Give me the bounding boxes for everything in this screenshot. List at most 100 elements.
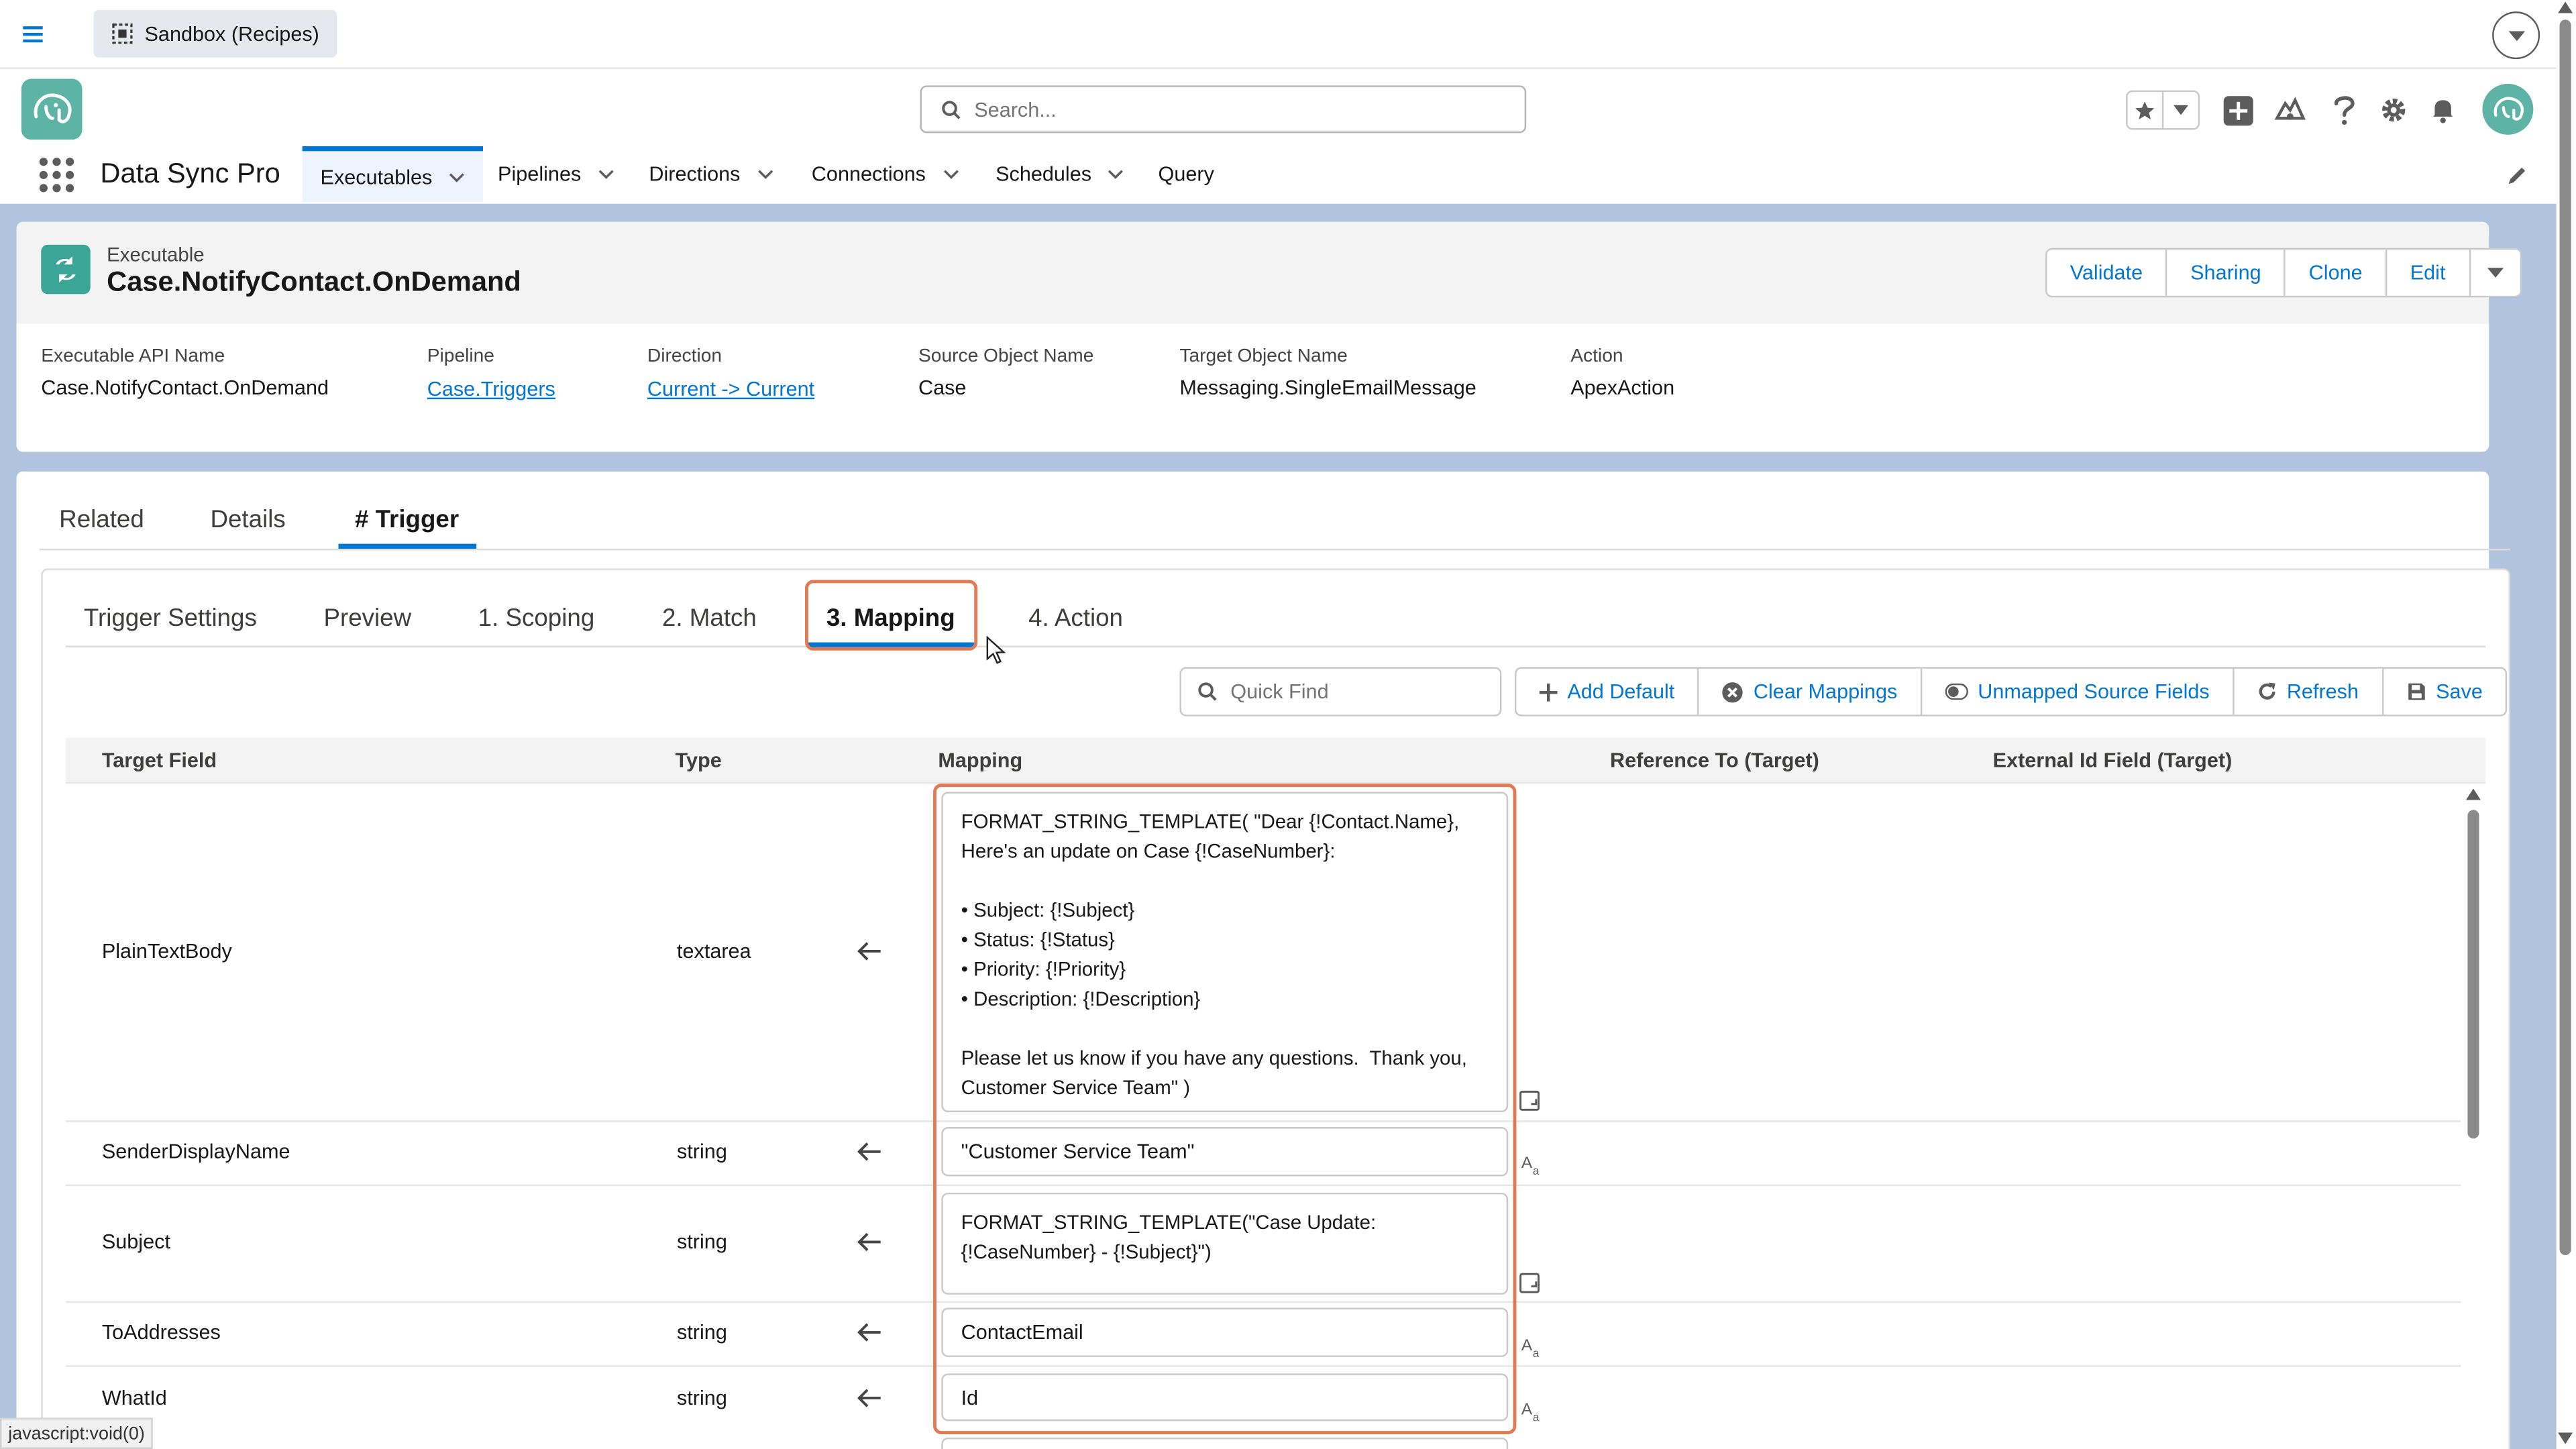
toggle-icon — [1945, 683, 1968, 700]
svg-text:a: a — [1533, 1346, 1540, 1357]
target-field-name: ToAddresses — [101, 1320, 221, 1344]
mapping-toolbar: Add Default Clear Mappings Unmapped Sour… — [1514, 667, 2508, 716]
search-placeholder: Search... — [974, 97, 1057, 121]
global-search[interactable]: Search... — [920, 85, 1527, 133]
app-launcher-icon[interactable] — [39, 158, 74, 193]
nav-tab-schedules[interactable]: Schedules — [977, 146, 1142, 202]
validate-button[interactable]: Validate — [2047, 250, 2167, 296]
clear-mappings-button[interactable]: Clear Mappings — [1699, 668, 1923, 715]
app-logo[interactable] — [21, 78, 83, 140]
favorites-dropdown-icon[interactable] — [2163, 92, 2198, 128]
arrow-left-icon — [856, 1142, 882, 1161]
subtab-action[interactable]: 4. Action — [1028, 604, 1123, 633]
header-target-field[interactable]: Target Field — [102, 749, 217, 772]
mapping-input[interactable] — [941, 1437, 1509, 1449]
svg-text:a: a — [1533, 1410, 1540, 1421]
expand-editor-icon[interactable] — [1518, 1089, 1541, 1112]
field-type: string — [676, 1140, 727, 1163]
nav-tab-connections[interactable]: Connections — [794, 146, 977, 202]
chevron-down-icon — [2486, 268, 2504, 278]
header-reference-to[interactable]: Reference To (Target) — [1610, 749, 1819, 772]
clone-button[interactable]: Clone — [2286, 250, 2387, 296]
unmapped-source-fields-button[interactable]: Unmapped Source Fields — [1922, 668, 2235, 715]
nav-tab-directions[interactable]: Directions — [631, 146, 791, 202]
search-icon — [941, 99, 961, 119]
favorites-group[interactable] — [2126, 90, 2200, 130]
record-title: Case.NotifyContact.OnDemand — [107, 266, 521, 298]
trigger-subtabs — [65, 592, 2486, 647]
add-default-button[interactable]: Add Default — [1516, 668, 1700, 715]
record-type: Executable — [107, 243, 205, 266]
scroll-up-icon[interactable] — [2465, 788, 2481, 800]
scroll-up-icon[interactable] — [2558, 1, 2573, 13]
tab-details[interactable]: Details — [210, 506, 285, 534]
field-type: string — [676, 1320, 727, 1344]
more-actions-button[interactable] — [2470, 250, 2519, 296]
target-field-name: PlainTextBody — [101, 939, 232, 963]
save-icon — [2408, 683, 2424, 700]
save-button[interactable]: Save — [2383, 669, 2506, 715]
header-external-id[interactable]: External Id Field (Target) — [1993, 749, 2233, 772]
sandbox-icon — [112, 23, 133, 44]
sharing-button[interactable]: Sharing — [2167, 250, 2286, 296]
svg-text:A: A — [1521, 1154, 1533, 1172]
record-actions: Validate Sharing Clone Edit — [2045, 248, 2522, 298]
search-icon — [1197, 682, 1217, 701]
arrow-left-icon — [856, 1322, 882, 1342]
field-value: Case — [918, 376, 967, 400]
page-scrollbar[interactable] — [2559, 19, 2571, 1256]
tab-related[interactable]: Related — [59, 506, 144, 534]
chevron-down-icon — [1108, 170, 1124, 179]
field-type: string — [676, 1230, 727, 1254]
text-type-icon[interactable]: Aa — [1521, 1336, 1543, 1357]
svg-text:a: a — [1533, 1164, 1540, 1175]
avatar[interactable] — [2482, 83, 2534, 135]
gear-icon[interactable] — [2374, 91, 2414, 130]
expand-editor-icon[interactable] — [1518, 1272, 1541, 1295]
help-icon[interactable] — [2324, 91, 2364, 130]
quick-find-input[interactable]: Quick Find — [1179, 667, 1502, 716]
field-value: Case.NotifyContact.OnDemand — [41, 376, 329, 400]
menu-icon[interactable] — [19, 19, 49, 49]
nav-tab-executables[interactable]: Executables — [302, 146, 484, 203]
field-label: Target Object Name — [1179, 346, 1348, 367]
sandbox-label: Sandbox (Recipes) — [144, 22, 319, 46]
subtab-match[interactable]: 2. Match — [662, 604, 757, 633]
field-value: Messaging.SingleEmailMessage — [1179, 376, 1477, 400]
chevron-down-icon[interactable] — [2492, 11, 2540, 60]
field-value: ApexAction — [1570, 376, 1675, 400]
header-type[interactable]: Type — [676, 749, 722, 772]
trailhead-icon[interactable] — [2271, 91, 2310, 130]
nav-tab-pipelines[interactable]: Pipelines — [480, 146, 632, 202]
nav-tab-query[interactable]: Query — [1140, 146, 1232, 202]
app-name: Data Sync Pro — [100, 158, 280, 189]
add-icon[interactable] — [2218, 91, 2257, 130]
arrow-left-icon — [856, 941, 882, 961]
sandbox-pill[interactable]: Sandbox (Recipes) — [93, 9, 337, 58]
table-scrollbar[interactable] — [2467, 810, 2479, 1139]
tab-trigger[interactable]: # Trigger — [355, 506, 459, 534]
subtab-trigger-settings[interactable]: Trigger Settings — [84, 604, 257, 633]
edit-button[interactable]: Edit — [2387, 250, 2471, 296]
refresh-icon — [2259, 682, 2275, 700]
chevron-down-icon — [757, 170, 773, 179]
field-type: string — [676, 1386, 727, 1410]
direction-link[interactable]: Current -> Current — [647, 378, 814, 400]
scroll-down-icon[interactable] — [2558, 1432, 2573, 1444]
text-type-icon[interactable]: Aa — [1521, 1153, 1543, 1175]
field-label: Action — [1570, 346, 1623, 367]
target-field-name: SenderDisplayName — [101, 1140, 290, 1163]
quick-find-placeholder: Quick Find — [1230, 680, 1329, 704]
field-label: Source Object Name — [918, 346, 1094, 367]
pipeline-link[interactable]: Case.Triggers — [427, 378, 555, 400]
star-icon[interactable] — [2127, 92, 2164, 129]
text-type-icon[interactable]: Aa — [1521, 1400, 1543, 1421]
subtab-preview[interactable]: Preview — [323, 604, 411, 633]
top-bar — [0, 0, 2557, 69]
edit-nav-icon[interactable] — [2506, 164, 2528, 187]
header-mapping[interactable]: Mapping — [938, 749, 1022, 772]
subtab-scoping[interactable]: 1. Scoping — [478, 604, 595, 633]
highlight-box — [933, 784, 1517, 1434]
refresh-button[interactable]: Refresh — [2234, 668, 2383, 715]
bell-icon[interactable] — [2423, 91, 2463, 130]
